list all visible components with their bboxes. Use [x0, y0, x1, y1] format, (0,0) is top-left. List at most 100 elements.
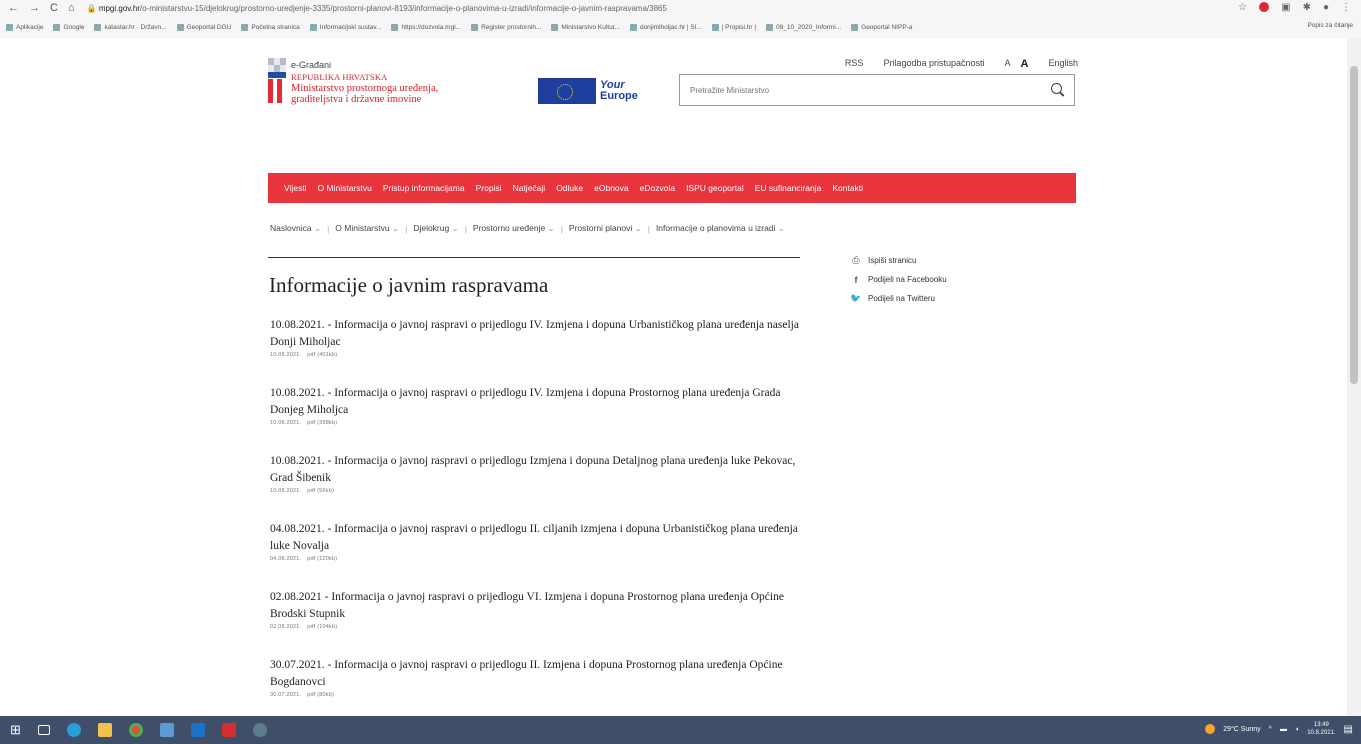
bookmark-item[interactable]: Početna stranica	[241, 23, 300, 31]
breadcrumb-item[interactable]: Prostorni planovi ⌄	[569, 223, 642, 234]
edge-icon[interactable]	[66, 723, 81, 737]
bookmark-item[interactable]: Register prostornih...	[471, 23, 541, 31]
pdf-download-link[interactable]: pdf (104kb)	[307, 624, 337, 630]
bookmark-item[interactable]: Ministarstvo Kultur...	[551, 23, 620, 31]
star-icon[interactable]: ☆	[1238, 2, 1247, 13]
breadcrumb-item[interactable]: Prostorno uređenje ⌄	[473, 223, 555, 234]
pdf-download-link[interactable]: pdf (80kb)	[307, 692, 334, 698]
url-path: /o-ministarstvu-15/djelokrug/prostorno-u…	[140, 3, 667, 13]
windows-start-icon[interactable]: ⊞	[10, 722, 21, 738]
search-input[interactable]	[680, 75, 1020, 105]
acrobat-icon[interactable]	[221, 723, 236, 737]
ministry-logo[interactable]: REPUBLIKA HRVATSKA Ministarstvo prostorn…	[291, 72, 438, 105]
notification-icon[interactable]: ▤	[1344, 724, 1353, 735]
adblock-icon[interactable]	[1259, 2, 1270, 12]
pdf-download-link[interactable]: pdf (401kb)	[307, 352, 337, 358]
browser-extensions: ☆ ▣ ✱ ● ⋮	[1238, 2, 1351, 13]
english-link[interactable]: English	[1048, 58, 1078, 70]
scrollbar-thumb[interactable]	[1350, 66, 1358, 384]
logo-ministry-line2: graditeljstva i državne imovine	[291, 94, 422, 105]
nav-item[interactable]: eObnova	[594, 183, 629, 193]
system-tray: 29°C Sunny ^ ▬ ◖ 13:49 10.8.2021. ▤	[1205, 721, 1353, 737]
file-explorer-icon[interactable]	[97, 723, 112, 737]
font-large-button[interactable]: A	[1021, 58, 1029, 70]
bookmark-label: | Propisi.hr |	[721, 23, 757, 31]
task-view-icon[interactable]	[37, 725, 50, 735]
extension-icon[interactable]: ▣	[1281, 2, 1290, 13]
announcement-link[interactable]: 10.08.2021. - Informacija o javnoj raspr…	[270, 453, 810, 487]
bookmark-item[interactable]: https://dozvola.mgi...	[391, 23, 461, 31]
nav-item[interactable]: O Ministarstvu	[318, 183, 372, 193]
coat-of-arms-icon[interactable]	[268, 72, 286, 106]
announcement-meta: 10.08.2021. pdf (398kb)	[270, 420, 810, 426]
bookmark-label: Ministarstvo Kultur...	[561, 23, 620, 31]
nav-item[interactable]: Natječaji	[513, 183, 546, 193]
nav-item[interactable]: eDozvola	[640, 183, 675, 193]
chevron-down-icon: ⌄	[632, 223, 642, 233]
outlook-icon[interactable]	[190, 723, 205, 737]
bookmark-item[interactable]: Informacijski sustav...	[309, 23, 382, 31]
address-bar[interactable]: 🔒 mpgi.gov.hr/o-ministarstvu-15/djelokru…	[87, 4, 667, 13]
pdf-download-link[interactable]: pdf (120kb)	[307, 556, 337, 562]
bookmark-item[interactable]: 08_10_2020_Informi...	[766, 23, 841, 31]
bookmark-icon	[176, 23, 184, 31]
page-scrollbar[interactable]	[1347, 38, 1361, 716]
bookmark-item[interactable]: Geoportal DGU	[176, 23, 231, 31]
print-link[interactable]: ⎙ Ispiši stranicu	[850, 251, 947, 270]
nav-item[interactable]: Odluke	[556, 183, 583, 193]
announcement-link[interactable]: 10.08.2021. - Informacija o javnoj raspr…	[270, 385, 810, 419]
accessibility-link[interactable]: Prilagodba pristupačnosti	[883, 58, 984, 70]
reading-list[interactable]: Popis za čitanje	[1307, 22, 1353, 29]
pdf-download-link[interactable]: pdf (398kb)	[307, 420, 337, 426]
weather-label[interactable]: 29°C Sunny	[1223, 726, 1260, 733]
nav-item[interactable]: Vijesti	[284, 183, 307, 193]
store-icon[interactable]	[159, 723, 174, 737]
nav-item[interactable]: Kontakti	[832, 183, 863, 193]
breadcrumb-item[interactable]: O Ministarstvu ⌄	[335, 223, 399, 234]
volume-icon[interactable]: ◖	[1295, 726, 1299, 733]
your-europe-logo[interactable]: Your Europe	[538, 76, 638, 106]
home-icon[interactable]: ⌂	[68, 2, 75, 14]
facebook-share-link[interactable]: f Podijeli na Facebooku	[850, 270, 947, 289]
bookmark-item[interactable]: | Propisi.hr |	[711, 23, 757, 31]
bookmark-label: Informacijski sustav...	[319, 23, 382, 31]
network-icon[interactable]: ▬	[1280, 726, 1287, 733]
nav-item[interactable]: ISPU geoportal	[686, 183, 744, 193]
main-navigation: Vijesti O Ministarstvu Pristup informacija…	[268, 173, 1076, 203]
bookmark-item[interactable]: donjimiholjac.hr | Sl...	[629, 23, 702, 31]
breadcrumb-item[interactable]: Informacije o planovima u izradi ⌄	[656, 223, 785, 234]
font-small-button[interactable]: A	[1005, 58, 1011, 70]
bookmark-label: katastar.hr · Državn...	[104, 23, 167, 31]
paint-icon[interactable]	[252, 723, 267, 737]
back-icon[interactable]: ←	[8, 2, 19, 14]
forward-icon[interactable]: →	[29, 2, 40, 14]
egradani-link[interactable]: e-Građani	[268, 58, 331, 72]
clock-date: 10.8.2021.	[1307, 730, 1336, 736]
announcement-link[interactable]: 30.07.2021. - Informacija o javnoj raspr…	[270, 657, 810, 691]
bookmark-item[interactable]: Geoportal NIPP-a	[851, 23, 912, 31]
bookmark-item[interactable]: katastar.hr · Državn...	[94, 23, 167, 31]
bookmark-item[interactable]: Google	[53, 23, 84, 31]
nav-item[interactable]: Pristup informacijama	[383, 183, 465, 193]
announcement-link[interactable]: 02.08.2021 - Informacija o javnoj raspra…	[270, 589, 810, 623]
reload-icon[interactable]: C	[50, 2, 58, 14]
bookmark-item[interactable]: Aplikacije	[6, 23, 43, 31]
menu-icon[interactable]: ⋮	[1341, 2, 1351, 13]
print-label: Ispiši stranicu	[868, 256, 917, 265]
announcement-link[interactable]: 04.08.2021. - Informacija o javnoj raspr…	[270, 521, 810, 555]
profile-icon[interactable]: ●	[1323, 2, 1329, 13]
twitter-share-link[interactable]: 🐦 Podijeli na Twitteru	[850, 289, 947, 308]
puzzle-icon[interactable]: ✱	[1303, 2, 1311, 13]
clock[interactable]: 13:49 10.8.2021.	[1307, 721, 1335, 737]
search-icon[interactable]	[1051, 83, 1062, 94]
rss-link[interactable]: RSS	[845, 58, 864, 70]
nav-item[interactable]: Propisi	[476, 183, 502, 193]
announcement-link[interactable]: 10.08.2021. - Informacija o javnoj raspr…	[270, 317, 810, 351]
pdf-download-link[interactable]: pdf (56kb)	[307, 488, 334, 494]
tray-chevron-icon[interactable]: ^	[1269, 726, 1272, 733]
nav-item[interactable]: EU sufinanciranja	[755, 183, 822, 193]
chrome-icon[interactable]	[128, 723, 143, 737]
web-page: e-Građani RSS Prilagodba pristupačnosti …	[0, 38, 1361, 716]
breadcrumb-item[interactable]: Djelokrug ⌄	[413, 223, 458, 234]
breadcrumb-item[interactable]: Naslovnica ⌄	[270, 223, 321, 234]
